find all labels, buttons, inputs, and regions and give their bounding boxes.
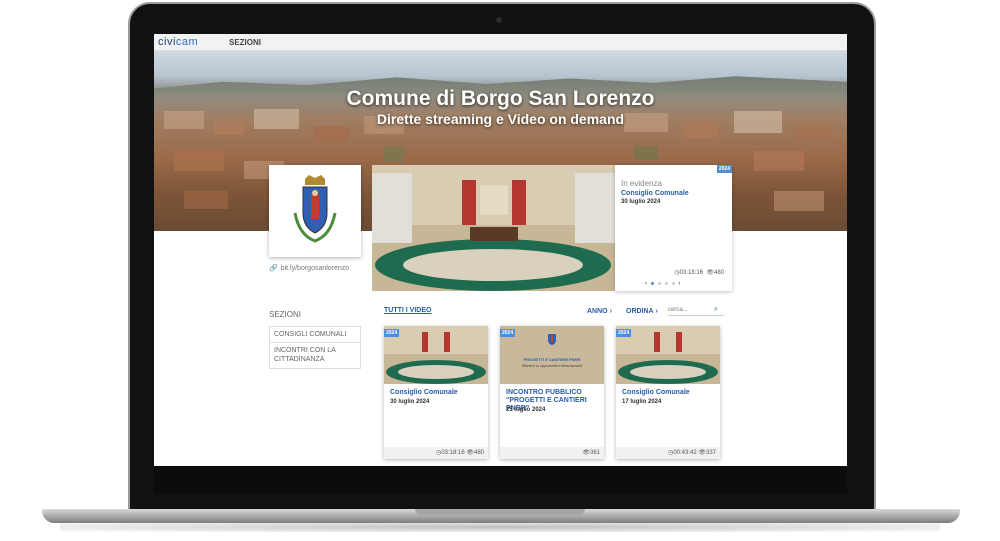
search-icon[interactable]: ⌕	[714, 306, 718, 314]
carousel-dot[interactable]	[650, 281, 654, 285]
featured-date: 30 luglio 2024	[621, 199, 661, 205]
chevron-right-icon: ›	[609, 308, 612, 315]
chevron-right-icon[interactable]: ›	[678, 281, 680, 287]
carousel-dot[interactable]	[664, 281, 668, 285]
council-chamber-image	[384, 326, 488, 384]
video-meta: ◷00:43:42 👁337	[668, 450, 716, 456]
hero-subtitle: Dirette streaming e Video on demand	[376, 111, 625, 127]
coat-of-arms-icon	[548, 334, 556, 345]
eye-icon: 👁	[466, 450, 474, 456]
top-navbar: civicam SEZIONI	[154, 34, 847, 51]
chevron-left-icon[interactable]: ‹	[645, 281, 647, 287]
hero-title: Comune di Borgo San Lorenzo	[346, 87, 655, 110]
laptop-chin	[154, 466, 847, 494]
video-title[interactable]: Consiglio Comunale	[390, 389, 484, 397]
council-chamber-image	[616, 326, 720, 384]
tab-all-videos[interactable]: TUTTI I VIDEO	[384, 307, 431, 314]
video-title[interactable]: Consiglio Comunale	[622, 389, 716, 397]
eye-icon: 👁	[706, 270, 714, 276]
video-thumbnail[interactable]	[616, 326, 720, 384]
municipality-crest-card	[269, 165, 361, 257]
video-meta: 👁361	[582, 450, 600, 456]
laptop-shadow	[60, 522, 940, 532]
eye-icon: 👁	[698, 450, 706, 456]
video-thumbnail[interactable]: PROGETTI E CANTIERI PNRR Riflettori su o…	[500, 326, 604, 384]
civicam-logo[interactable]: civicam	[158, 36, 198, 48]
featured-video-thumbnail[interactable]	[372, 165, 615, 291]
video-card[interactable]: PROGETTI E CANTIERI PNRR Riflettori su o…	[500, 326, 604, 459]
sidebar-item-consigli[interactable]: CONSIGLI COMUNALI	[269, 326, 361, 343]
coat-of-arms-icon	[293, 175, 337, 243]
carousel-dot[interactable]	[657, 281, 661, 285]
year-filter[interactable]: ANNO ›	[587, 308, 612, 315]
carousel-nav: ‹ ›	[645, 281, 680, 287]
video-card[interactable]: 2024 Consiglio Comunale 17 luglio 2024 ◷…	[616, 326, 720, 459]
video-thumbnail[interactable]	[384, 326, 488, 384]
camera	[496, 17, 502, 23]
carousel-dot[interactable]	[671, 281, 675, 285]
sidebar-item-incontri[interactable]: INCONTRI CON LA CITTADINANZA	[269, 342, 361, 369]
featured-meta: ◷03:18:16 👁480	[674, 270, 724, 276]
year-badge: 2024	[716, 165, 732, 173]
year-badge: 2024	[616, 329, 632, 337]
video-meta: ◷03:18:16 👁480	[436, 450, 484, 456]
link-icon: 🔗	[269, 265, 278, 272]
year-badge: 2024	[384, 329, 400, 337]
laptop-notch	[415, 509, 585, 515]
chevron-right-icon: ›	[655, 308, 658, 315]
featured-label: In evidenza	[621, 179, 662, 188]
council-chamber-image	[372, 165, 615, 291]
video-card[interactable]: 2024 Consiglio Comunale 30 luglio 2024 ◷…	[384, 326, 488, 459]
video-date: 17 luglio 2024	[622, 399, 662, 405]
featured-video-card[interactable]: 2024 In evidenza Consiglio Comunale 30 l…	[615, 165, 732, 291]
sidebar-heading: SEZIONI	[269, 310, 302, 319]
year-badge: 2024	[500, 329, 516, 337]
eye-icon: 👁	[582, 450, 590, 456]
thumbnail-subtitle: Riflettori su opportunità e finanziament…	[521, 364, 583, 368]
video-date: 25 luglio 2024	[506, 407, 546, 413]
thumbnail-title: PROGETTI E CANTIERI PNRR	[523, 357, 581, 362]
video-date: 30 luglio 2024	[390, 399, 430, 405]
nav-sezioni[interactable]: SEZIONI	[229, 38, 261, 47]
order-filter[interactable]: ORDINA ›	[626, 308, 658, 315]
screen: civicam SEZIONI Comune di Borgo San Lore…	[154, 34, 847, 466]
municipality-short-link[interactable]: 🔗 bit.ly/borgosanlorenzo	[269, 264, 349, 272]
featured-title[interactable]: Consiglio Comunale	[621, 190, 689, 197]
